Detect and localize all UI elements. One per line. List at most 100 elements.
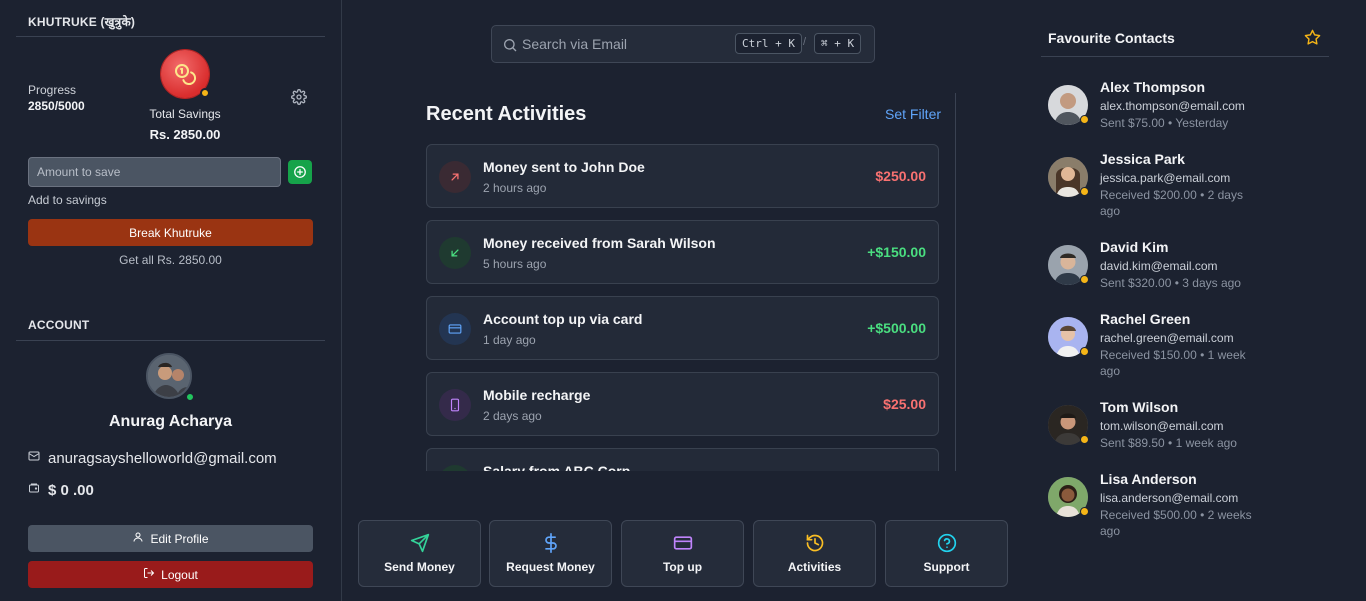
- activity-list[interactable]: Money sent to John Doe 2 hours ago $250.…: [426, 144, 939, 471]
- online-status-dot: [185, 392, 195, 402]
- divider: [16, 36, 325, 37]
- edit-profile-label: Edit Profile: [150, 531, 209, 546]
- amount-input[interactable]: [28, 157, 281, 187]
- activity-item[interactable]: Money received from Sarah Wilson 5 hours…: [426, 220, 939, 284]
- left-sidebar: KHUTRUKE (खुत्रुके) Progress 2850/5000 T…: [0, 0, 342, 601]
- contact-name: Rachel Green: [1100, 311, 1191, 327]
- arrow-down-left-icon: [439, 465, 471, 471]
- activity-title: Mobile recharge: [483, 387, 591, 403]
- status-dot: [1080, 275, 1089, 284]
- contact-status: Received $200.00 • 2 days ago: [1100, 188, 1243, 218]
- edit-profile-button[interactable]: Edit Profile: [28, 525, 313, 552]
- arrow-down-left-icon: [439, 237, 471, 269]
- user-balance: $ 0 .00: [48, 481, 94, 499]
- divider: [1041, 56, 1329, 57]
- user-name: Anurag Acharya: [109, 413, 232, 430]
- contact-name: Lisa Anderson: [1100, 471, 1197, 487]
- activity-time: 2 hours ago: [483, 181, 547, 195]
- send-money-button[interactable]: Send Money: [358, 520, 481, 587]
- email-row: anuragsayshelloworld@gmail.com: [28, 449, 277, 467]
- status-dot: [1080, 187, 1089, 196]
- activity-item[interactable]: Account top up via card 1 day ago +$500.…: [426, 296, 939, 360]
- mobile-icon: [439, 389, 471, 421]
- activity-amount: $250.00: [875, 168, 926, 184]
- star-icon[interactable]: [1304, 29, 1321, 51]
- contact-status: Sent $89.50 • 1 week ago: [1100, 436, 1237, 450]
- contact-email: tom.wilson@email.com: [1100, 419, 1224, 433]
- card-icon: [439, 313, 471, 345]
- contact-name: Jessica Park: [1100, 151, 1185, 167]
- card-icon: [622, 533, 743, 553]
- logout-icon: [143, 567, 155, 582]
- account-section-title: ACCOUNT: [28, 318, 90, 332]
- arrow-up-right-icon: [439, 161, 471, 193]
- contact-email: lisa.anderson@email.com: [1100, 491, 1239, 505]
- contact-email: rachel.green@email.com: [1100, 331, 1234, 345]
- recent-activities-title: Recent Activities: [426, 103, 587, 125]
- contact-email: jessica.park@email.com: [1100, 171, 1231, 185]
- activities-label: Activities: [787, 560, 842, 574]
- contact-status: Received $150.00 • 1 week ago: [1100, 348, 1246, 378]
- gear-icon[interactable]: [291, 89, 307, 105]
- user-email: anuragsayshelloworld@gmail.com: [48, 449, 277, 467]
- status-dot: [200, 88, 210, 98]
- activity-amount: +$150.00: [867, 244, 926, 260]
- total-savings-label: Total Savings: [149, 107, 221, 121]
- status-dot: [1080, 115, 1089, 124]
- balance-row: $ 0 .00: [28, 481, 94, 499]
- contact-status: Sent $75.00 • Yesterday: [1100, 116, 1229, 130]
- history-icon: [754, 533, 875, 553]
- shortcut-cmd-k: ⌘ + K: [814, 33, 862, 54]
- add-savings-button[interactable]: [288, 160, 312, 184]
- progress-label: Progress: [28, 83, 77, 97]
- status-dot: [1080, 347, 1089, 356]
- favourite-contacts-title: Favourite Contacts: [1048, 30, 1175, 46]
- support-button[interactable]: Support: [885, 520, 1008, 587]
- add-savings-hint: Add to savings: [28, 193, 107, 207]
- request-money-label: Request Money: [506, 560, 595, 574]
- dollar-icon: [490, 533, 611, 553]
- activity-time: 5 hours ago: [483, 257, 547, 271]
- set-filter-link[interactable]: Set Filter: [885, 106, 941, 122]
- contact-email: david.kim@email.com: [1100, 259, 1218, 273]
- shortcut-ctrl-k: Ctrl + K: [735, 33, 802, 54]
- progress-value: 2850/5000: [28, 99, 85, 113]
- logout-label: Logout: [161, 567, 198, 582]
- activities-button[interactable]: Activities: [753, 520, 876, 587]
- support-label: Support: [923, 560, 970, 574]
- contact-status: Received $500.00 • 2 weeks ago: [1100, 508, 1252, 538]
- break-khutruke-button[interactable]: Break Khutruke: [28, 219, 313, 246]
- activity-title: Money received from Sarah Wilson: [483, 235, 716, 251]
- activity-amount: $25.00: [883, 396, 926, 412]
- mail-icon: [28, 449, 40, 467]
- activity-amount: +$500.00: [867, 320, 926, 336]
- savings-section-title: KHUTRUKE (खुत्रुके): [28, 15, 136, 29]
- activity-time: 1 day ago: [483, 333, 536, 347]
- top-up-label: Top up: [662, 560, 703, 574]
- search-input[interactable]: [522, 34, 722, 54]
- logout-button[interactable]: Logout: [28, 561, 313, 588]
- activity-time: 2 days ago: [483, 409, 542, 423]
- activity-item[interactable]: Money sent to John Doe 2 hours ago $250.…: [426, 144, 939, 208]
- help-icon: [886, 533, 1007, 553]
- shortcut-separator: /: [803, 36, 807, 48]
- top-up-button[interactable]: Top up: [621, 520, 744, 587]
- activity-title: Money sent to John Doe: [483, 159, 645, 175]
- wallet-icon: [28, 481, 40, 499]
- send-icon: [359, 533, 480, 553]
- divider: [16, 340, 325, 341]
- contact-email: alex.thompson@email.com: [1100, 99, 1245, 113]
- search-icon: [502, 37, 518, 58]
- status-dot: [1080, 507, 1089, 516]
- activity-item[interactable]: Mobile recharge 2 days ago $25.00: [426, 372, 939, 436]
- request-money-button[interactable]: Request Money: [489, 520, 612, 587]
- send-money-label: Send Money: [384, 560, 455, 574]
- activity-item[interactable]: Salary from ABC Corp: [426, 448, 939, 471]
- contact-status: Sent $320.00 • 3 days ago: [1100, 276, 1241, 290]
- activity-title: Account top up via card: [483, 311, 643, 327]
- total-savings-value: Rs. 2850.00: [149, 127, 221, 142]
- get-all-text: Get all Rs. 2850.00: [119, 253, 222, 267]
- contact-name: David Kim: [1100, 239, 1169, 255]
- contact-name: Tom Wilson: [1100, 399, 1179, 415]
- avatar: [146, 353, 192, 399]
